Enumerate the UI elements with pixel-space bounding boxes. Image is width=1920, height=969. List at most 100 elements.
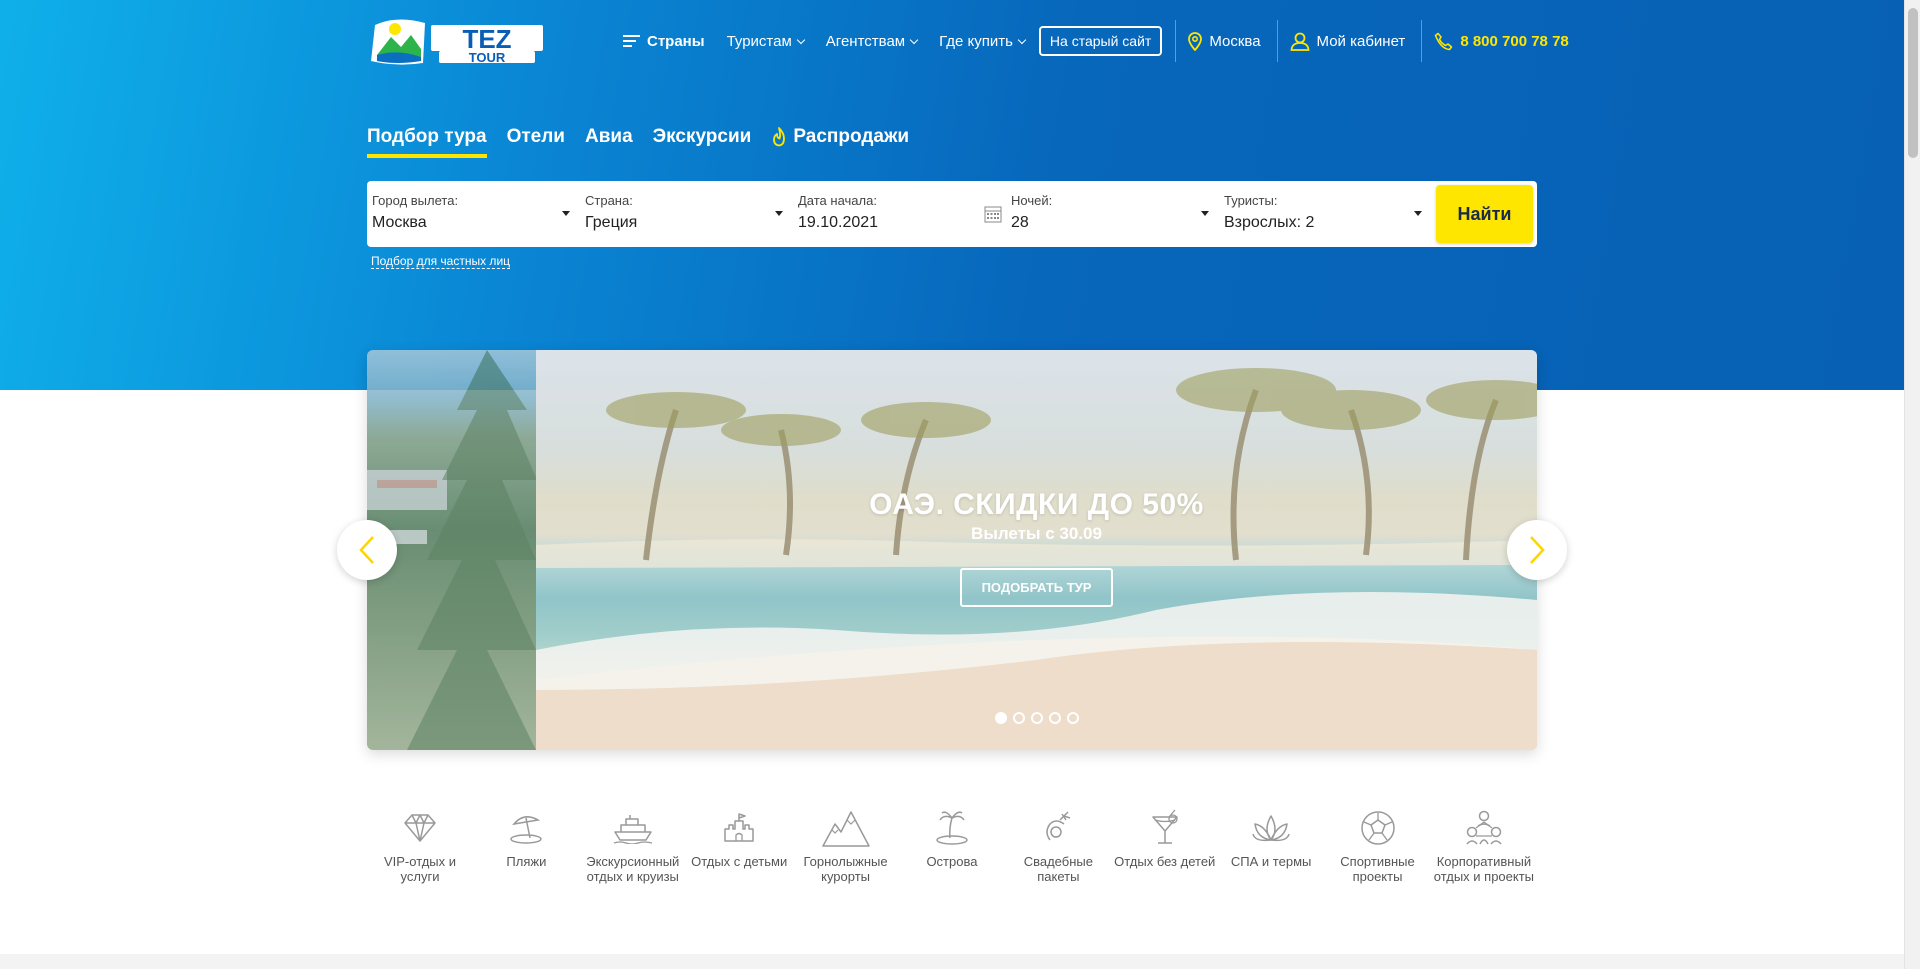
tab-flights[interactable]: Авиа <box>585 126 633 154</box>
departure-city-label: Город вылета: <box>372 193 459 208</box>
nav-tourists[interactable]: Туристам <box>726 32 806 50</box>
header-divider <box>1175 20 1177 62</box>
scrollbar-thumb[interactable] <box>1908 8 1918 158</box>
category-ski-resorts[interactable]: Горнолыжные курорты <box>793 806 899 884</box>
header-divider <box>1276 20 1278 62</box>
slider-next-button[interactable] <box>1507 520 1567 580</box>
departure-city-select[interactable]: Город вылета: Москва <box>367 181 580 247</box>
search-tabs: Подбор тура Отели Авиа Экскурсии Распрод… <box>367 126 1537 158</box>
category-label: Экскурсионный отдых и круизы <box>586 854 680 884</box>
tab-sales[interactable]: Распродажи <box>771 126 909 154</box>
tourists-select[interactable]: Туристы: Взрослых: 2 <box>1219 181 1432 247</box>
slide-title: ОАЭ. СКИДКИ ДО 50% <box>869 488 1204 521</box>
sandcastle-icon <box>724 813 754 842</box>
category-kids[interactable]: Отдых с детьми <box>686 806 792 884</box>
country-value: Греция <box>585 214 638 231</box>
nights-value: 28 <box>1011 214 1029 231</box>
fire-icon <box>773 127 786 147</box>
slider-prev-button[interactable] <box>337 520 397 580</box>
logo-text-tour: TOUR <box>469 50 506 65</box>
chevron-down-icon <box>1017 35 1027 44</box>
beach-umbrella-icon <box>510 816 543 844</box>
lotus-icon <box>1252 815 1290 842</box>
dropdown-arrow-icon <box>562 211 570 216</box>
country-select[interactable]: Страна: Греция <box>580 181 793 247</box>
dropdown-arrow-icon <box>1201 211 1209 216</box>
start-date-field[interactable]: Дата начала: 19.10.2021 <box>793 181 1006 247</box>
slide-find-tour-button[interactable]: ПОДОБРАТЬ ТУР <box>959 568 1114 607</box>
phone-number: 8 800 700 78 78 <box>1460 32 1569 50</box>
city-label: Москва <box>1209 32 1261 50</box>
slider-dot[interactable] <box>1048 712 1061 724</box>
slider-dot[interactable] <box>994 712 1007 724</box>
tab-excursions[interactable]: Экскурсии <box>653 126 752 154</box>
tab-hotels[interactable]: Отели <box>507 126 565 154</box>
location-pin-icon <box>1188 31 1203 51</box>
phone-icon <box>1435 32 1453 50</box>
category-islands[interactable]: Острова <box>899 806 1005 884</box>
slider-dot[interactable] <box>1012 712 1025 724</box>
category-label: Горнолыжные курорты <box>803 854 888 884</box>
category-corporate[interactable]: Корпоративный отдых и проекты <box>1431 806 1537 884</box>
phone-link[interactable]: 8 800 700 78 78 <box>1434 32 1569 51</box>
start-date-value: 19.10.2021 <box>798 214 879 231</box>
my-account-link[interactable]: Мой кабинет <box>1290 32 1406 51</box>
category-vip[interactable]: VIP-отдых и услуги <box>367 806 473 884</box>
slider-pagination <box>536 712 1537 724</box>
calendar-icon[interactable] <box>984 205 1002 223</box>
list-menu-icon <box>623 34 640 48</box>
main-nav: Страны Туристам Агентствам Где купить На… <box>623 18 1569 64</box>
travel-categories: VIP-отдых и услуги Пляжи Экскурсионный о… <box>367 806 1537 884</box>
category-adults-only[interactable]: Отдых без детей <box>1112 806 1218 884</box>
slide-subtitle: Вылеты с 30.09 <box>971 524 1102 543</box>
mountains-icon <box>821 811 870 847</box>
country-label: Страна: <box>585 193 633 208</box>
nav-tourists-label: Туристам <box>726 32 792 50</box>
category-label: Отдых с детьми <box>691 854 788 869</box>
island-palm-icon <box>936 811 968 845</box>
cocktail-icon <box>1151 809 1178 844</box>
tab-tour-search[interactable]: Подбор тура <box>367 126 487 158</box>
category-label: Пляжи <box>506 854 547 869</box>
category-label: Свадебные пакеты <box>1023 854 1093 884</box>
category-sports[interactable]: Спортивные проекты <box>1325 806 1431 884</box>
category-label: Корпоративный отдых и проекты <box>1433 854 1535 884</box>
cruise-ship-icon <box>613 815 652 844</box>
category-label: VIP-отдых и услуги <box>383 854 457 884</box>
tab-sales-label: Распродажи <box>793 126 910 147</box>
private-search-link[interactable]: Подбор для частных лиц <box>371 254 511 269</box>
page-scrollbar[interactable] <box>1904 0 1920 969</box>
nav-agencies-label: Агентствам <box>825 32 906 50</box>
city-selector[interactable]: Москва <box>1188 31 1261 51</box>
category-excursions-cruises[interactable]: Экскурсионный отдых и круизы <box>580 806 686 884</box>
category-wedding[interactable]: Свадебные пакеты <box>1005 806 1111 884</box>
nights-select[interactable]: Ночей: 28 <box>1006 181 1219 247</box>
tourists-value: Взрослых: 2 <box>1224 214 1315 231</box>
nav-where-to-buy-label: Где купить <box>939 32 1013 50</box>
category-label: Отдых без детей <box>1114 854 1216 869</box>
old-site-button[interactable]: На старый сайт <box>1038 26 1163 56</box>
chevron-left-icon <box>359 536 374 564</box>
chevron-down-icon <box>796 35 806 44</box>
my-account-label: Мой кабинет <box>1316 32 1406 50</box>
diamond-icon <box>404 814 436 842</box>
header-divider <box>1421 20 1423 62</box>
departure-city-value: Москва <box>372 214 427 231</box>
category-spa[interactable]: СПА и термы <box>1218 806 1324 884</box>
site-header: TEZ TOUR Страны Туристам Агентствам Где … <box>367 15 1569 67</box>
nav-countries[interactable]: Страны <box>623 33 705 50</box>
slider-dot[interactable] <box>1066 712 1079 724</box>
nav-countries-label: Страны <box>647 32 705 50</box>
tourists-label: Туристы: <box>1224 193 1278 208</box>
tez-tour-logo[interactable]: TEZ TOUR <box>367 15 547 67</box>
promo-slider: ОАЭ. СКИДКИ ДО 50% Вылеты с 30.09 ПОДОБР… <box>367 350 1537 750</box>
slider-dot[interactable] <box>1030 712 1043 724</box>
nav-agencies[interactable]: Агентствам <box>825 32 919 50</box>
footer-strip <box>0 954 1904 969</box>
find-button[interactable]: Найти <box>1436 185 1533 243</box>
team-icon <box>1466 810 1502 845</box>
nav-where-to-buy[interactable]: Где купить <box>939 32 1027 50</box>
category-label: СПА и термы <box>1230 854 1312 869</box>
football-icon <box>1360 811 1395 845</box>
category-beaches[interactable]: Пляжи <box>473 806 579 884</box>
